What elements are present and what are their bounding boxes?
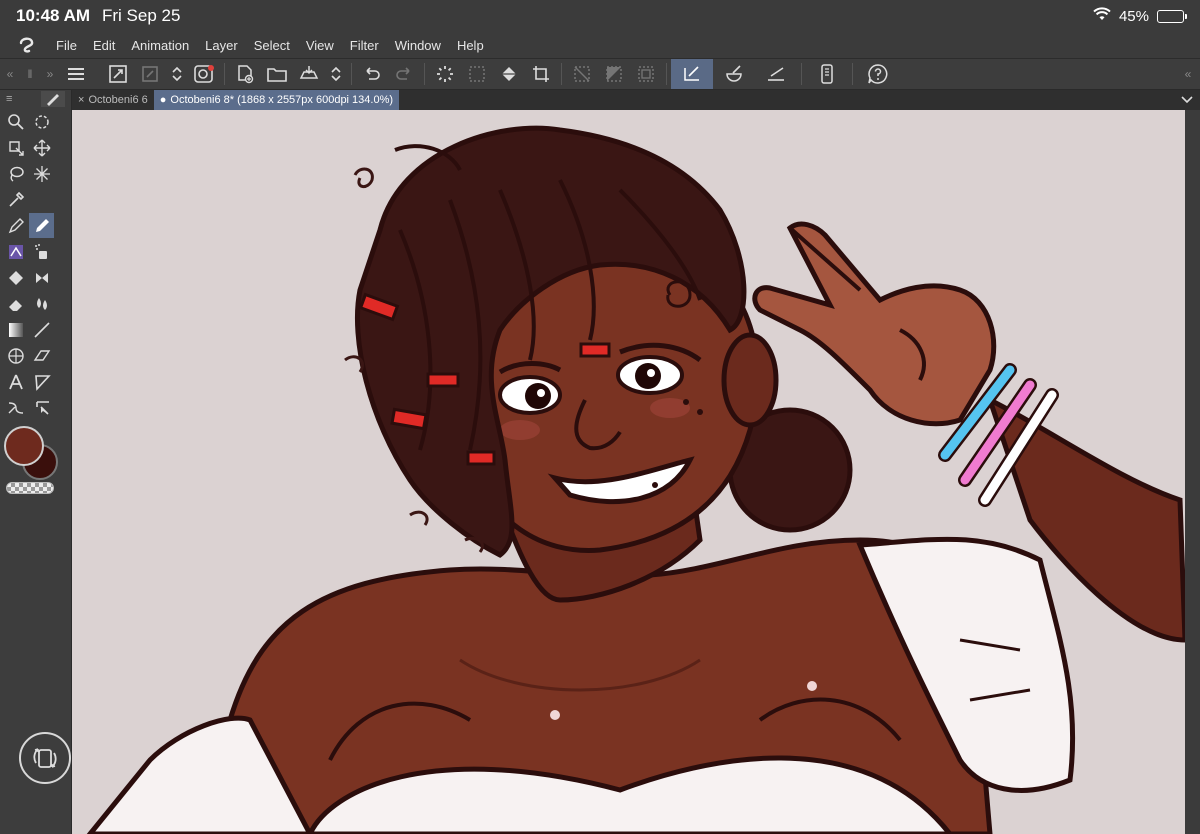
- close-icon[interactable]: ×: [78, 94, 84, 106]
- selection-border-icon[interactable]: [461, 59, 493, 89]
- separator: [224, 63, 225, 85]
- blend-tool-icon[interactable]: [29, 291, 54, 316]
- pen-tool-icon[interactable]: [3, 213, 28, 238]
- menu-bar: File Edit Animation Layer Select View Fi…: [0, 32, 1200, 58]
- perspective-snap-icon[interactable]: [755, 59, 797, 89]
- invert-selection-icon[interactable]: [598, 59, 630, 89]
- collapse-right-icon[interactable]: «: [1176, 59, 1200, 89]
- sub-tool-pencil-icon[interactable]: [41, 91, 65, 107]
- menu-edit[interactable]: Edit: [93, 38, 115, 53]
- palette-menu-icon[interactable]: ≡: [6, 93, 12, 105]
- separator: [801, 63, 802, 85]
- open-file-icon[interactable]: [261, 59, 293, 89]
- tab-octobeni6-6[interactable]: × Octobeni6 6: [72, 90, 154, 110]
- tab-label: Octobeni6 8* (1868 x 2557px 600dpi 134.0…: [170, 94, 394, 106]
- edge-keyboard-icon[interactable]: [806, 59, 848, 89]
- battery-icon: [1157, 9, 1187, 23]
- app-window: 10:48 AM Fri Sep 25 45% File Edit Animat…: [0, 0, 1200, 834]
- status-right: 45%: [1093, 7, 1187, 25]
- tab-label: Octobeni6 6: [88, 94, 148, 106]
- figure-tool-icon[interactable]: [29, 265, 54, 290]
- menu-layer[interactable]: Layer: [205, 38, 238, 53]
- expand-right-icon[interactable]: »: [40, 59, 60, 89]
- redo-icon[interactable]: [388, 59, 420, 89]
- color-swatches: [4, 426, 71, 494]
- save-icon[interactable]: [293, 59, 325, 89]
- fill-tool-icon[interactable]: [3, 265, 28, 290]
- tool-palette: ≡: [0, 90, 72, 834]
- tool-grid: [0, 109, 71, 420]
- main-color-swatch[interactable]: [4, 426, 44, 466]
- clear-selection-icon[interactable]: [566, 59, 598, 89]
- balloon-tool-icon[interactable]: [29, 369, 54, 394]
- eyedropper-tool-icon[interactable]: [3, 187, 28, 212]
- ruler-tool-icon[interactable]: [29, 343, 54, 368]
- loading-icon[interactable]: [429, 59, 461, 89]
- collapse-left-icon[interactable]: «: [0, 59, 20, 89]
- tool-palette-header: ≡: [0, 90, 71, 108]
- separator: [351, 63, 352, 85]
- status-date: Fri Sep 25: [102, 6, 181, 25]
- canvas-scrollbar[interactable]: [1185, 110, 1200, 834]
- new-file-icon[interactable]: [229, 59, 261, 89]
- decoration-tool-icon[interactable]: [3, 239, 28, 264]
- ruler-snap-icon[interactable]: [671, 59, 713, 89]
- artwork-illustration: [72, 110, 1185, 834]
- rotate-tool-icon[interactable]: [29, 109, 54, 134]
- chevron-down-icon[interactable]: [1174, 90, 1200, 110]
- eraser-tool-icon[interactable]: [3, 291, 28, 316]
- object-tool-icon[interactable]: [3, 135, 28, 160]
- menu-icon[interactable]: [60, 59, 92, 89]
- menu-view[interactable]: View: [306, 38, 334, 53]
- menu-filter[interactable]: Filter: [350, 38, 379, 53]
- unsaved-dot-icon: ●: [159, 94, 167, 106]
- undo-icon[interactable]: [356, 59, 388, 89]
- select-all-icon[interactable]: [630, 59, 662, 89]
- menu-file[interactable]: File: [56, 38, 77, 53]
- resize-canvas-icon[interactable]: [102, 59, 134, 89]
- screen-rotate-icon[interactable]: [19, 732, 71, 784]
- stepper-icon[interactable]: [166, 59, 188, 89]
- airbrush-tool-icon[interactable]: [29, 239, 54, 264]
- wifi-icon: [1093, 7, 1111, 25]
- menu-help[interactable]: Help: [457, 38, 484, 53]
- pencil-tool-icon[interactable]: [29, 213, 54, 238]
- separator: [666, 63, 667, 85]
- panel-grip-icon[interactable]: ‖: [20, 59, 40, 89]
- command-bar: « ‖ » «: [0, 58, 1200, 90]
- move-tool-icon[interactable]: [29, 135, 54, 160]
- status-time: 10:48 AM: [16, 6, 91, 25]
- line-tool-icon[interactable]: [29, 317, 54, 342]
- text-tool-icon[interactable]: [3, 369, 28, 394]
- stepper-2-icon[interactable]: [325, 59, 347, 89]
- separator: [561, 63, 562, 85]
- lasso-tool-icon[interactable]: [3, 161, 28, 186]
- magic-wand-tool-icon[interactable]: [29, 161, 54, 186]
- document-tabs: × Octobeni6 6 ● Octobeni6 8* (1868 x 255…: [72, 90, 1200, 110]
- empty-tool-slot: [29, 187, 54, 212]
- status-bar: 10:48 AM Fri Sep 25 45%: [0, 0, 1200, 32]
- menu-select[interactable]: Select: [254, 38, 290, 53]
- fill-icon[interactable]: [493, 59, 525, 89]
- menu-animation[interactable]: Animation: [131, 38, 189, 53]
- separator: [424, 63, 425, 85]
- operation-tool-icon[interactable]: [29, 395, 54, 420]
- drawing-canvas[interactable]: [72, 110, 1185, 834]
- transform-icon[interactable]: [134, 59, 166, 89]
- brush-snap-icon[interactable]: [713, 59, 755, 89]
- help-icon[interactable]: [857, 59, 899, 89]
- battery-percent: 45%: [1118, 7, 1149, 25]
- separator: [852, 63, 853, 85]
- gradient-tool-icon[interactable]: [3, 317, 28, 342]
- correct-line-tool-icon[interactable]: [3, 395, 28, 420]
- color-profile-icon[interactable]: [188, 59, 220, 89]
- menu-window[interactable]: Window: [395, 38, 441, 53]
- frame-tool-icon[interactable]: [3, 343, 28, 368]
- transparent-color-swatch[interactable]: [6, 482, 54, 494]
- zoom-tool-icon[interactable]: [3, 109, 28, 134]
- tab-octobeni6-8[interactable]: ● Octobeni6 8* (1868 x 2557px 600dpi 134…: [153, 90, 400, 110]
- app-logo-icon[interactable]: [16, 34, 38, 56]
- crop-icon[interactable]: [525, 59, 557, 89]
